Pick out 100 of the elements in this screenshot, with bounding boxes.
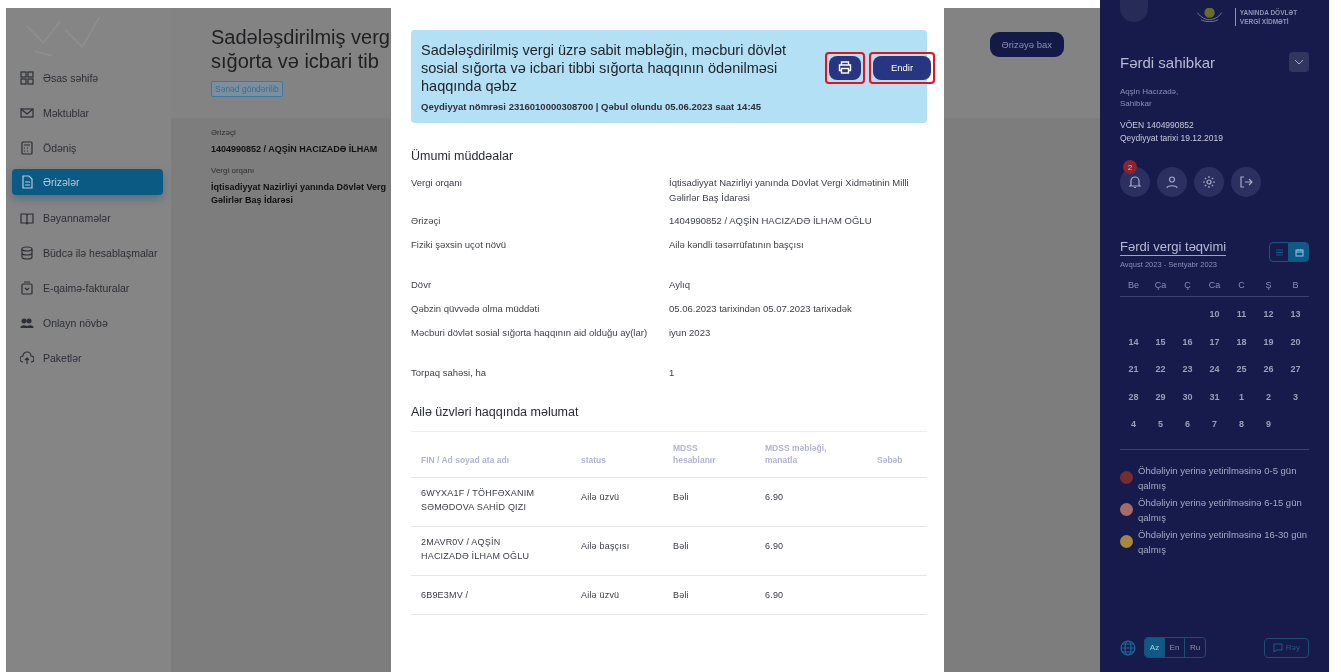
calendar-day[interactable]: 12 xyxy=(1255,307,1282,335)
calendar-title: Fərdi vergi təqvimi xyxy=(1120,239,1227,256)
sidebar-item[interactable]: Ödəniş xyxy=(12,130,163,165)
column-header: MDSS məbləği, manatla xyxy=(765,442,828,466)
field-label: Ərizəçi xyxy=(211,128,237,137)
calendar-day[interactable]: 9 xyxy=(1255,417,1282,445)
detail-label: Məcburi dövlət sosial sığorta haqqının aid olduğu ay(lar) xyxy=(411,326,649,340)
calendar-day[interactable]: 7 xyxy=(1201,417,1228,445)
detail-value: iyun 2023 xyxy=(669,326,712,340)
calculator-icon xyxy=(20,140,34,155)
language-button[interactable]: En xyxy=(1165,638,1185,657)
detail-value: İqtisadiyyat Nazirliyi yanında Dövlət Vergi Xidmətinin Milli Gəlirlər Baş İdarəsi xyxy=(669,176,910,205)
detail-label: Qəbzin qüvvədə olma müddəti xyxy=(411,302,541,316)
calendar-day[interactable]: 30 xyxy=(1174,389,1201,417)
envelope-icon xyxy=(20,105,34,120)
language-button[interactable]: Ru xyxy=(1185,638,1205,657)
weekday-label: Ca xyxy=(1207,279,1222,292)
calendar-icon xyxy=(1294,247,1304,257)
sidebar-item[interactable]: Məktublar xyxy=(12,95,163,130)
weekday-label: C xyxy=(1237,279,1246,292)
calendar-day[interactable]: 20 xyxy=(1282,334,1309,362)
legend-label: Öhdəliyin yerinə yetirilməsinə 0-5 gün qalmış xyxy=(1138,463,1298,493)
people-icon xyxy=(20,315,34,330)
calendar-day[interactable]: 19 xyxy=(1255,334,1282,362)
page-title: Sadələşdirilmiş verg sığorta və icbari tib xyxy=(211,25,390,73)
calendar-day[interactable]: 28 xyxy=(1120,389,1147,417)
sidebar-item[interactable]: Bəyannamələr xyxy=(12,200,163,235)
table-cell-text: 6.90 xyxy=(765,589,784,602)
detail-label: Ərizəçi xyxy=(411,214,442,228)
calendar-day[interactable]: 4 xyxy=(1120,417,1147,445)
detail-value: 1 xyxy=(669,366,676,380)
weekday-label: B xyxy=(1291,279,1300,292)
calendar-day[interactable]: 5 xyxy=(1147,417,1174,445)
section-title: Ümumi müddəalar xyxy=(411,149,515,163)
detail-label: Torpaq sahəsi, ha xyxy=(411,366,487,380)
detail-label: Fiziki şəxsin uçot növü xyxy=(411,238,508,252)
registration-date-text: Qeydiyyat tarixi 19.12.2019 xyxy=(1120,133,1224,143)
bag-icon xyxy=(20,280,34,295)
calendar-day[interactable]: 31 xyxy=(1201,389,1228,417)
table-cell-text: Ailə üzvü xyxy=(581,589,620,602)
receipt-subtitle: Qeydiyyat nömrəsi 2316010000308700 | Qəbul olundu 05.06.2023 saat 14:45 xyxy=(421,101,763,112)
settings-button[interactable] xyxy=(1194,167,1224,197)
tax-id-text: VÖEN 1404990852 xyxy=(1120,120,1195,130)
notification-count-badge: 2 xyxy=(1123,160,1137,174)
gear-icon xyxy=(1202,175,1216,189)
weekday-label: Ça xyxy=(1153,279,1168,292)
table-cell-text: Bəli xyxy=(673,589,689,602)
calendar-day[interactable]: 1 xyxy=(1228,389,1255,417)
column-header: Səbəb xyxy=(877,454,903,466)
calendar-day[interactable]: 25 xyxy=(1228,362,1255,390)
book-icon xyxy=(20,210,34,225)
calendar-day[interactable]: 21 xyxy=(1120,362,1147,390)
account-type-title: Fərdi sahibkar xyxy=(1120,53,1216,71)
view-application-button[interactable]: Ərizəyə bax xyxy=(989,31,1064,57)
sidebar-item[interactable]: Ərizələr xyxy=(12,169,163,195)
profile-button[interactable] xyxy=(1157,167,1187,197)
weekday-label: Ç xyxy=(1183,279,1192,292)
calendar-day[interactable]: 24 xyxy=(1201,362,1228,390)
calendar-day[interactable]: 8 xyxy=(1228,417,1255,445)
calendar-day[interactable]: 10 xyxy=(1201,307,1228,335)
legend-label: Öhdəliyin yerinə yetirilməsinə 16-30 gün qalmış xyxy=(1138,527,1308,557)
calendar-view-button[interactable] xyxy=(1289,242,1309,262)
calendar-day[interactable]: 29 xyxy=(1147,389,1174,417)
calendar-day[interactable]: 16 xyxy=(1174,334,1201,362)
sidebar-item[interactable]: Əsas səhifə xyxy=(12,60,163,95)
calendar-day[interactable]: 11 xyxy=(1228,307,1255,335)
calendar-day[interactable]: 14 xyxy=(1120,334,1147,362)
table-cell-text: 6.90 xyxy=(765,540,784,553)
sidebar-item[interactable]: Onlayn növbə xyxy=(12,305,163,340)
sidebar-item[interactable]: Paketlər xyxy=(12,340,163,375)
user-name: Aqşin Hacızadə, Sahibkar xyxy=(1120,86,1180,110)
field-value: 1404990852 / AQŞİN HACIZADƏ İLHAM xyxy=(211,143,379,156)
globe-icon[interactable] xyxy=(1120,639,1136,656)
language-button[interactable]: Az xyxy=(1145,638,1165,657)
calendar-day[interactable]: 26 xyxy=(1255,362,1282,390)
column-header: MDSS hesablanır xyxy=(673,442,717,466)
weekday-label: Ş xyxy=(1264,279,1273,292)
table-cell-text: Bəli xyxy=(673,540,689,553)
calendar-day[interactable]: 22 xyxy=(1147,362,1174,390)
cloud-upload-icon xyxy=(20,350,34,365)
sidebar-item[interactable]: Büdcə ilə hesablaşmalar xyxy=(12,235,163,270)
calendar-day[interactable]: 27 xyxy=(1282,362,1309,390)
grid-icon xyxy=(20,70,34,85)
download-button[interactable]: Endir xyxy=(873,55,931,80)
logout-button[interactable] xyxy=(1231,167,1261,197)
detail-value: Ailə kəndli təsərrüfatının başçısı xyxy=(669,238,805,252)
user-icon xyxy=(1165,175,1179,189)
list-icon xyxy=(1274,247,1284,257)
calendar-day[interactable]: 2 xyxy=(1255,389,1282,417)
calendar-day[interactable]: 18 xyxy=(1228,334,1255,362)
calendar-day[interactable]: 3 xyxy=(1282,389,1309,417)
calendar-day[interactable]: 15 xyxy=(1147,334,1174,362)
calendar-day[interactable]: 23 xyxy=(1174,362,1201,390)
notifications-button[interactable] xyxy=(1120,167,1150,197)
calendar-day[interactable]: 17 xyxy=(1201,334,1228,362)
sidebar-item[interactable]: E-qaimə-fakturalar xyxy=(12,270,163,305)
calendar-day[interactable]: 13 xyxy=(1282,307,1309,335)
logout-icon xyxy=(1239,175,1253,189)
calendar-day[interactable]: 6 xyxy=(1174,417,1201,445)
chevron-down-icon xyxy=(1294,59,1304,65)
